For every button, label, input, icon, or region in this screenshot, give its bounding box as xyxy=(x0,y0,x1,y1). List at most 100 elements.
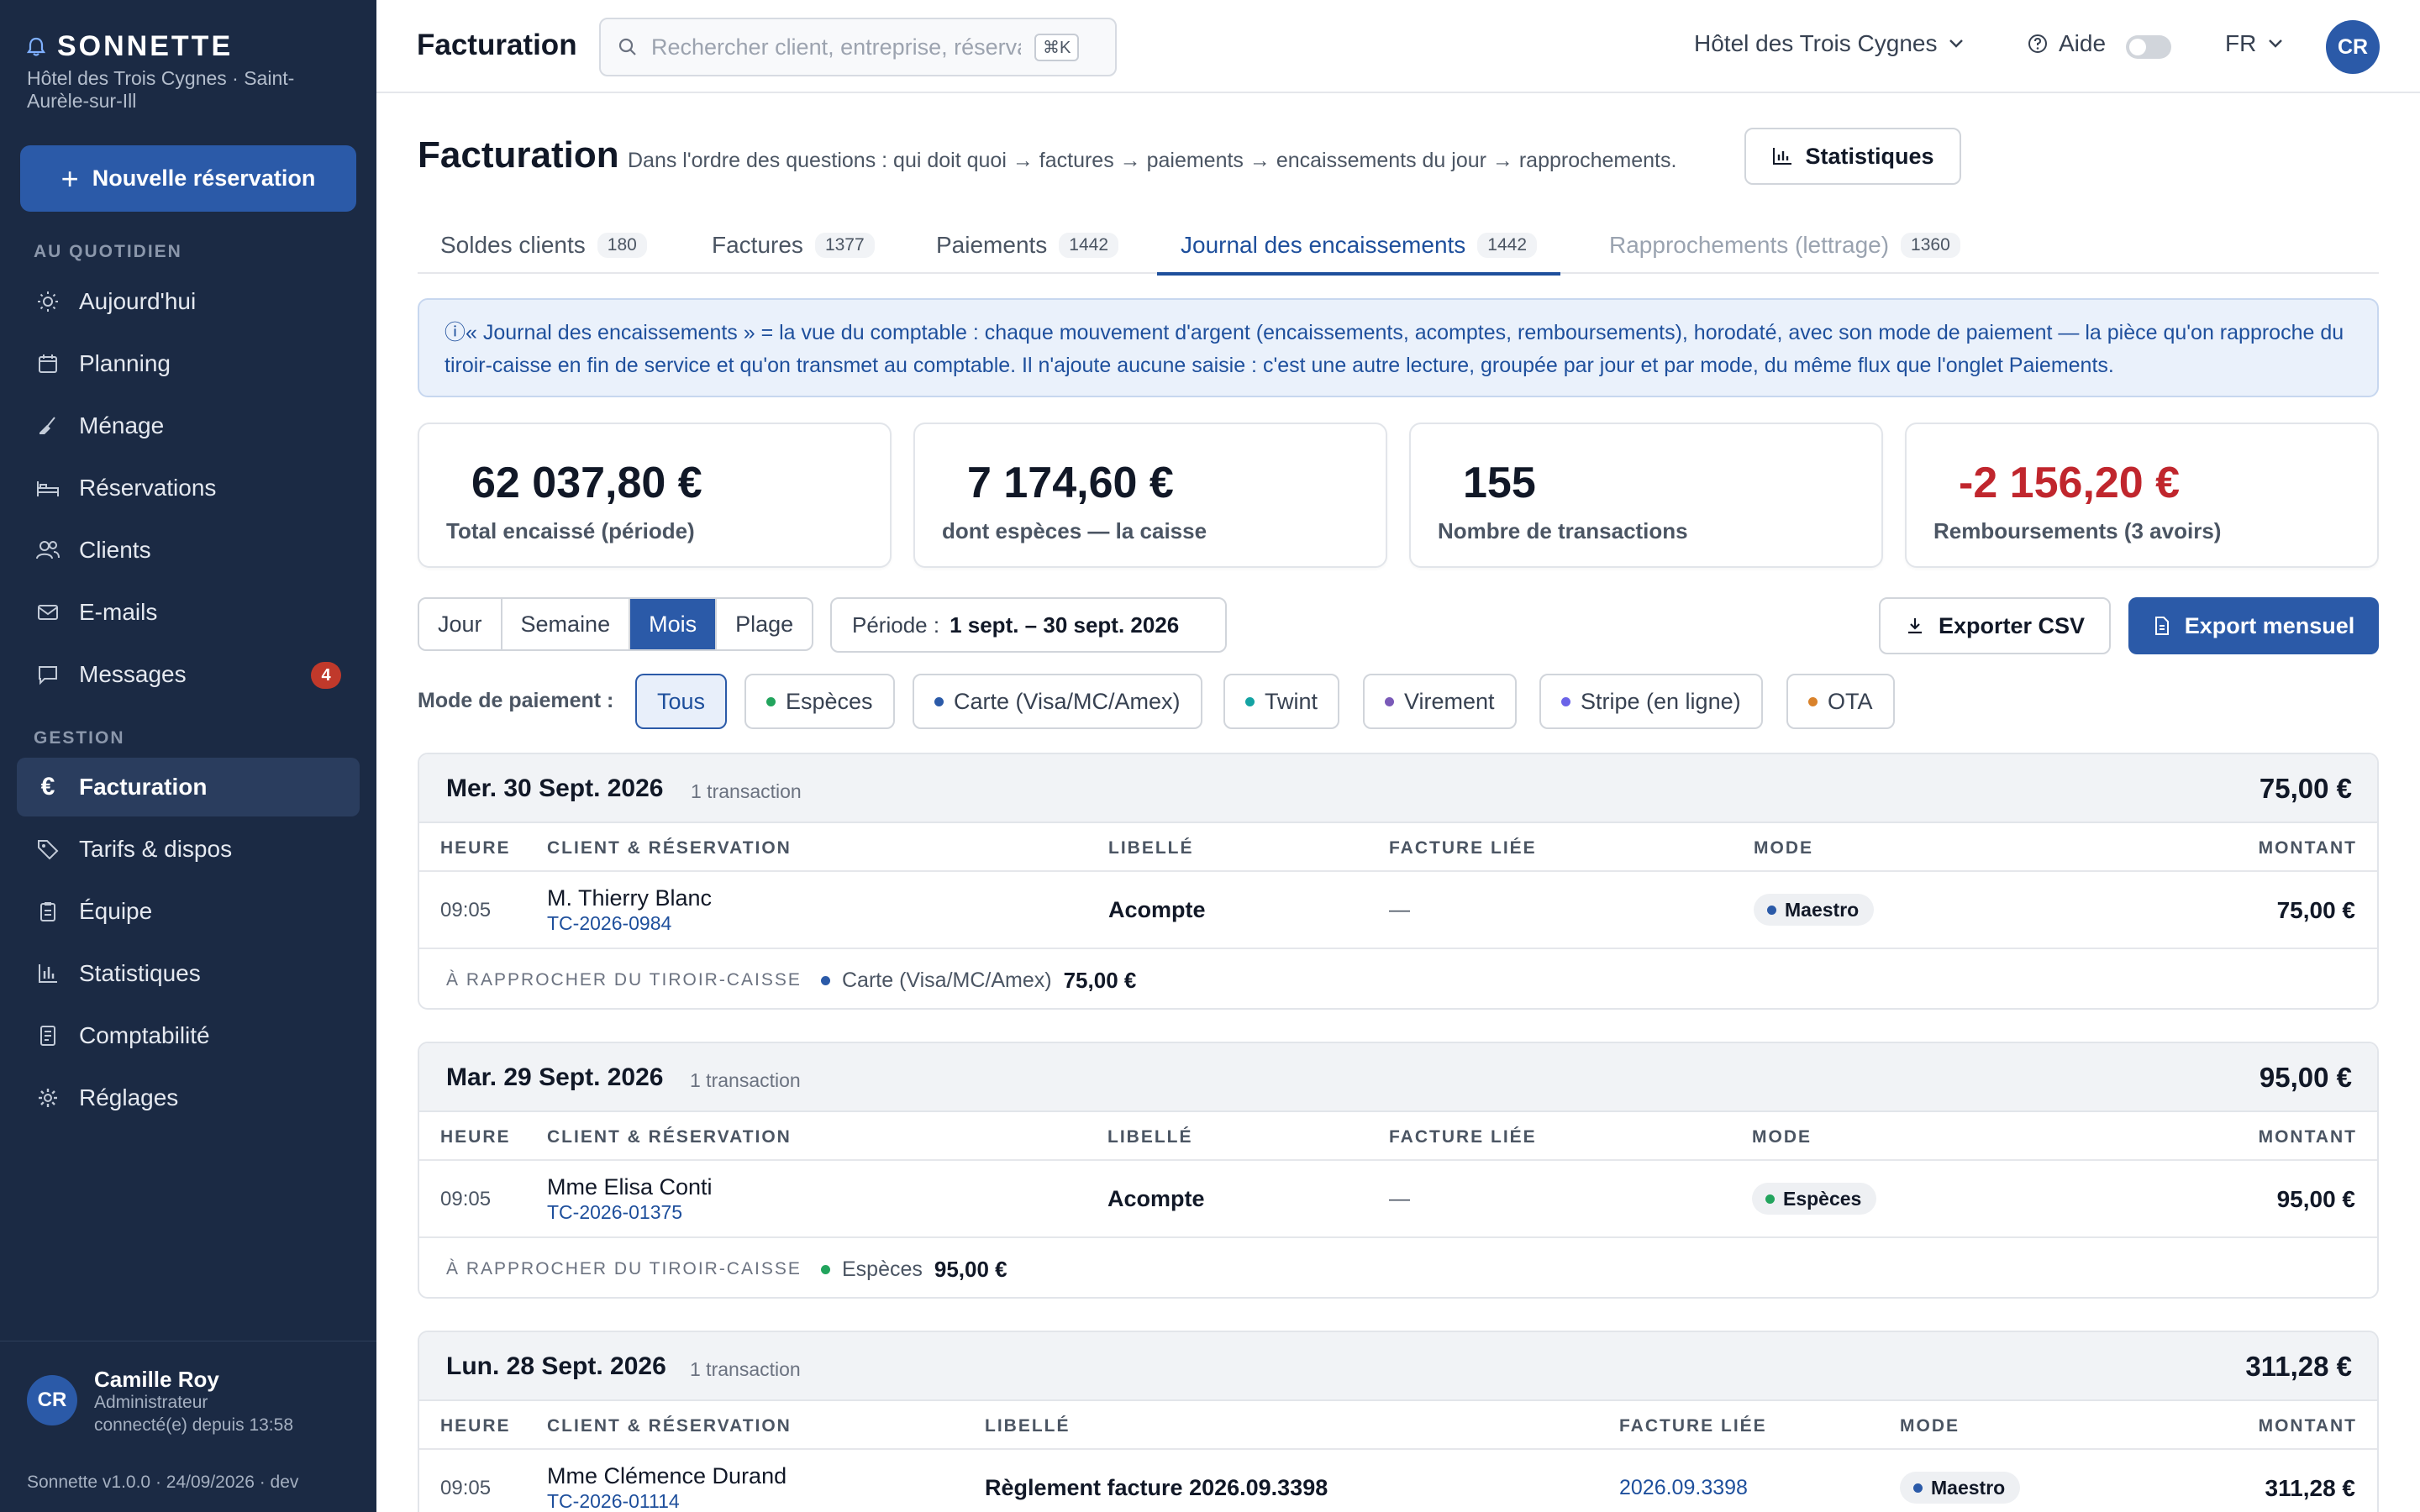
sidebar-item-equipe[interactable]: Équipe xyxy=(17,882,360,941)
tab-label: Rapprochements (lettrage) xyxy=(1609,232,1890,258)
granularity-selector: Jour Semaine Mois Plage xyxy=(418,597,814,651)
table-row[interactable]: 09:05 Mme Clémence Durand TC-2026-01114 … xyxy=(419,1450,2377,1512)
row-reservation-link[interactable]: TC-2026-01114 xyxy=(547,1490,680,1512)
sidebar-item-menage[interactable]: Ménage xyxy=(17,396,360,455)
column-header-time: HEURE xyxy=(440,838,511,858)
granularity-week[interactable]: Semaine xyxy=(502,599,631,649)
sidebar-item-messages[interactable]: Messages 4 xyxy=(17,645,360,704)
language-selector[interactable]: FR xyxy=(2225,30,2283,57)
reconciliation-amount: 75,00 € xyxy=(1063,968,1137,993)
user-avatar-button[interactable]: CR xyxy=(2326,20,2380,74)
tab-factures[interactable]: Factures 1377 xyxy=(712,217,875,274)
granularity-month[interactable]: Mois xyxy=(630,599,718,649)
filter-mode-stripe[interactable]: Stripe (en ligne) xyxy=(1539,674,1763,729)
table-row[interactable]: 09:05 M. Thierry Blanc TC-2026-0984 Acom… xyxy=(419,872,2377,949)
filter-mode-virement[interactable]: Virement xyxy=(1363,674,1517,729)
sidebar-item-label: Ménage xyxy=(79,412,165,438)
tab-label: Journal des encaissements xyxy=(1181,232,1466,258)
plus-icon: + xyxy=(60,160,79,196)
bell-icon xyxy=(27,37,45,56)
row-reservation-link[interactable]: TC-2026-01375 xyxy=(547,1201,682,1224)
kpi-transactions: 155 Nombre de transactions xyxy=(1409,423,1883,568)
search-icon xyxy=(618,38,636,55)
sidebar-item-statistiques[interactable]: Statistiques xyxy=(17,944,360,1003)
chip-label: Twint xyxy=(1265,688,1318,714)
column-header-amount: MONTANT xyxy=(2258,1416,2357,1436)
sidebar-item-reglages[interactable]: Réglages xyxy=(17,1068,360,1127)
page-title: Facturation xyxy=(418,134,619,176)
column-header-time: HEURE xyxy=(440,1416,511,1436)
filter-mode-all[interactable]: Tous xyxy=(635,674,728,729)
day-total: 75,00 € xyxy=(2259,773,2352,804)
sidebar-item-today[interactable]: Aujourd'hui xyxy=(17,272,360,331)
tab-count: 1360 xyxy=(1901,233,1960,258)
sidebar-item-planning[interactable]: Planning xyxy=(17,334,360,393)
column-header-amount: MONTANT xyxy=(2258,838,2357,858)
day-date: Lun. 28 Sept. 2026 xyxy=(446,1352,666,1380)
filter-mode-twint[interactable]: Twint xyxy=(1223,674,1340,729)
status-dot-icon xyxy=(1808,696,1818,706)
kpi-total-encaisse: 62 037,80 € Total encaissé (période) xyxy=(418,423,892,568)
export-csv-button[interactable]: Exporter CSV xyxy=(1879,597,2111,654)
chevron-down-icon xyxy=(2269,39,2283,48)
sidebar-item-clients[interactable]: Clients xyxy=(17,521,360,580)
top-bar: Facturation ⌘K Hôtel des Trois Cygnes Ai… xyxy=(376,0,2420,93)
chip-label: OTA xyxy=(1828,688,1873,714)
sidebar-item-label: Messages xyxy=(79,661,187,687)
sidebar-item-emails[interactable]: E-mails xyxy=(17,583,360,642)
user-name: Camille Roy xyxy=(94,1367,219,1392)
hotel-selector[interactable]: Hôtel des Trois Cygnes xyxy=(1694,30,1964,57)
sidebar-item-label: Équipe xyxy=(79,898,153,924)
sidebar-item-comptabilite[interactable]: Comptabilité xyxy=(17,1006,360,1065)
tab-rapprochements[interactable]: Rapprochements (lettrage) 1360 xyxy=(1609,217,1960,274)
day-transaction-count: 1 transaction xyxy=(690,1358,801,1380)
reconciliation-label: À RAPPROCHER DU TIROIR-CAISSE xyxy=(446,970,802,990)
table-header: HEURE CLIENT & RÉSERVATION LIBELLÉ FACTU… xyxy=(419,1401,2377,1450)
payment-mode-badge: Espèces xyxy=(1752,1183,1877,1215)
payment-mode-label: Mode de paiement : xyxy=(418,689,614,712)
tab-journal-encaissements[interactable]: Journal des encaissements 1442 xyxy=(1156,217,1561,276)
day-group: Mar. 29 Sept. 2026 1 transaction 95,00 €… xyxy=(418,1042,2379,1299)
user-avatar[interactable]: CR xyxy=(27,1375,77,1425)
filter-mode-especes[interactable]: Espèces xyxy=(744,674,895,729)
kpi-label: dont espèces — la caisse xyxy=(942,518,1207,543)
status-dot-icon xyxy=(821,976,830,985)
search-box[interactable]: ⌘K xyxy=(599,18,1117,76)
period-picker[interactable]: Période : 1 sept. – 30 sept. 2026 xyxy=(830,597,1227,653)
row-reservation-link[interactable]: TC-2026-0984 xyxy=(547,912,671,935)
sidebar-item-label: Facturation xyxy=(79,774,208,800)
sidebar-item-tarifs[interactable]: Tarifs & dispos xyxy=(17,820,360,879)
filter-mode-carte[interactable]: Carte (Visa/MC/Amex) xyxy=(913,674,1202,729)
day-total: 95,00 € xyxy=(2259,1062,2352,1093)
sidebar-item-reservations[interactable]: Réservations xyxy=(17,459,360,517)
table-row[interactable]: 09:05 Mme Elisa Conti TC-2026-01375 Acom… xyxy=(419,1161,2377,1238)
brand[interactable]: SONNETTE xyxy=(27,30,233,63)
granularity-range[interactable]: Plage xyxy=(717,599,812,649)
day-transaction-count: 1 transaction xyxy=(691,780,802,802)
row-amount: 95,00 € xyxy=(2276,1186,2355,1212)
table-header: HEURE CLIENT & RÉSERVATION LIBELLÉ FACTU… xyxy=(419,1112,2377,1161)
sidebar-item-facturation[interactable]: € Facturation xyxy=(17,758,360,816)
row-invoice-link[interactable]: 2026.09.3398 xyxy=(1619,1476,1748,1500)
day-transaction-count: 1 transaction xyxy=(690,1069,801,1091)
granularity-day[interactable]: Jour xyxy=(419,599,502,649)
filter-mode-ota[interactable]: OTA xyxy=(1786,674,1895,729)
status-dot-icon xyxy=(766,696,776,706)
user-role: Administrateur xyxy=(94,1393,208,1412)
export-monthly-button[interactable]: Export mensuel xyxy=(2128,597,2379,654)
column-header-label: LIBELLÉ xyxy=(985,1416,1071,1436)
row-client-name: Mme Clémence Durand xyxy=(547,1463,787,1488)
tab-soldes-clients[interactable]: Soldes clients 180 xyxy=(440,217,647,274)
search-input[interactable] xyxy=(651,34,1021,60)
chip-label: Espèces xyxy=(786,688,873,714)
statistics-button[interactable]: Statistiques xyxy=(1744,128,1961,185)
payment-mode-label: Maestro xyxy=(1931,1476,2006,1499)
row-label: Règlement facture 2026.09.3398 xyxy=(985,1475,1328,1500)
reconciliation-amount: 95,00 € xyxy=(934,1257,1007,1282)
new-reservation-button[interactable]: + Nouvelle réservation xyxy=(20,145,356,212)
tab-paiements[interactable]: Paiements 1442 xyxy=(936,217,1119,274)
column-header-invoice: FACTURE LIÉE xyxy=(1619,1416,1767,1436)
sidebar-item-label: Planning xyxy=(79,350,171,376)
help-toggle[interactable] xyxy=(2126,35,2171,59)
help-button[interactable]: Aide xyxy=(2027,30,2106,57)
